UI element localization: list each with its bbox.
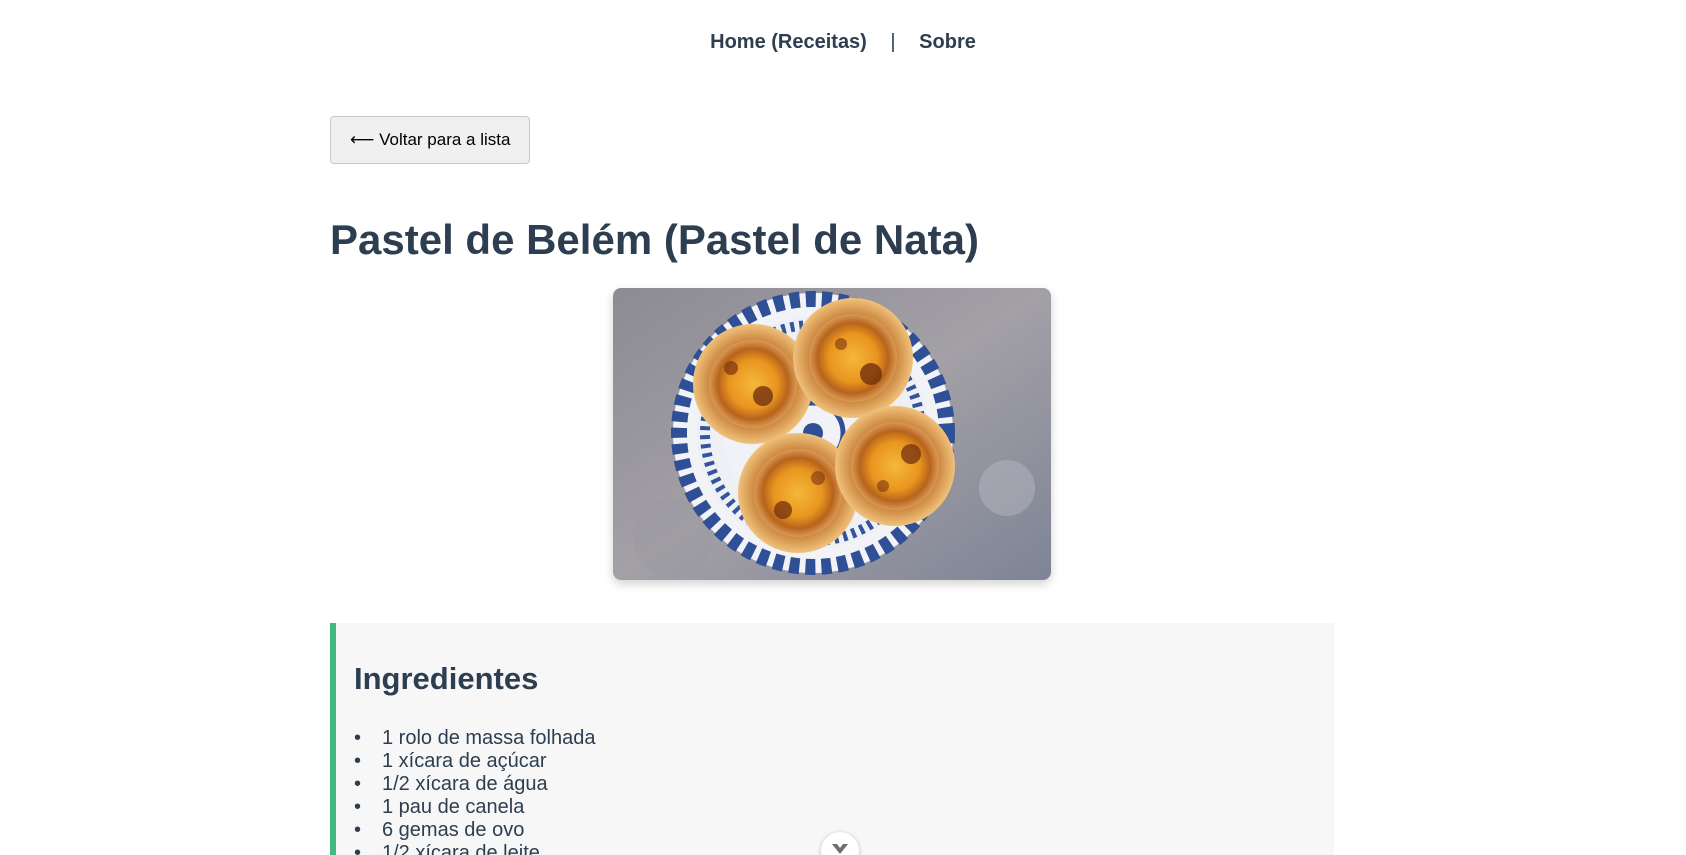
list-item: • 1/2 xícara de água xyxy=(354,773,595,796)
ingredient-text: 1 rolo de massa folhada xyxy=(382,727,596,749)
pasteis-de-nata-photo xyxy=(613,288,1051,580)
ingredient-text: 1/2 xícara de leite xyxy=(382,842,540,855)
bullet-icon: • xyxy=(354,796,362,818)
nav-separator: | xyxy=(890,31,896,53)
ingredient-text: 6 gemas de ovo xyxy=(382,819,525,841)
bullet-icon: • xyxy=(354,819,362,841)
bullet-icon: • xyxy=(354,750,362,772)
bullet-icon: • xyxy=(354,773,362,795)
list-item: • 1/2 xícara de leite xyxy=(354,842,595,855)
scroll-down-button[interactable] xyxy=(821,832,859,855)
recipe-page: Home (Receitas) | Sobre ⟵ Voltar para a … xyxy=(0,0,1686,855)
list-item: • 1 pau de canela xyxy=(354,796,595,819)
top-navigation: Home (Receitas) | Sobre xyxy=(0,28,1686,56)
bullet-icon: • xyxy=(354,842,362,855)
bullet-icon: • xyxy=(354,727,362,749)
nav-about-link[interactable]: Sobre xyxy=(919,31,976,53)
recipe-content: ⟵ Voltar para a lista Pastel de Belém (P… xyxy=(330,116,1334,855)
chevron-down-icon xyxy=(832,844,848,854)
back-to-list-button[interactable]: ⟵ Voltar para a lista xyxy=(330,116,531,164)
recipe-title: Pastel de Belém (Pastel de Nata) xyxy=(330,216,979,263)
nav-home-link[interactable]: Home (Receitas) xyxy=(710,31,867,53)
ingredients-title: Ingredientes xyxy=(354,661,539,696)
recipe-photo xyxy=(613,288,1051,580)
ingredient-text: 1/2 xícara de água xyxy=(382,773,548,795)
list-item: • 1 xícara de açúcar xyxy=(354,750,595,773)
ingredient-text: 1 pau de canela xyxy=(382,796,525,818)
ingredient-text: 1 xícara de açúcar xyxy=(382,750,547,772)
ingredients-list: • 1 rolo de massa folhada • 1 xícara de aç… xyxy=(354,727,595,855)
list-item: • 1 rolo de massa folhada xyxy=(354,727,595,750)
list-item: • 6 gemas de ovo xyxy=(354,819,595,842)
ingredients-section: Ingredientes • 1 rolo de massa folhada • 1… xyxy=(330,623,1334,855)
